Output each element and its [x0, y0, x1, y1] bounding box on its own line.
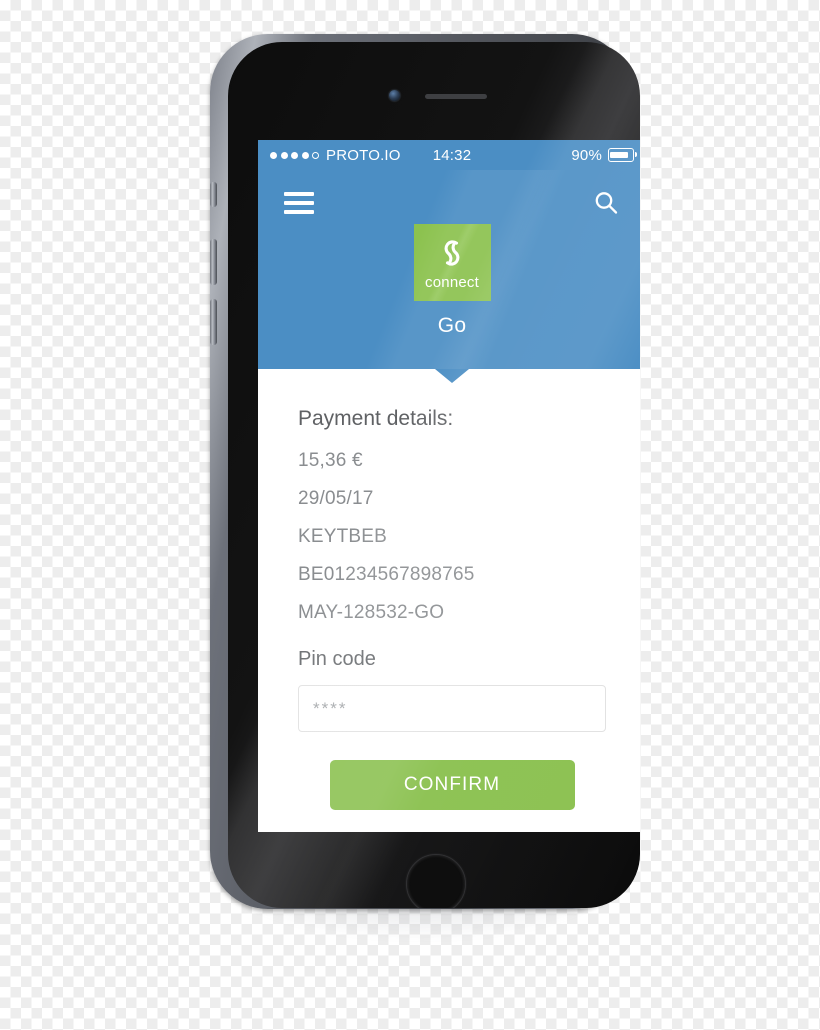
phone-screen: PROTO.IO 14:32 90% connect Go Payment de… — [258, 140, 640, 832]
hamburger-bar-3 — [284, 210, 314, 214]
payment-date: 29/05/17 — [298, 488, 374, 509]
nav-bar — [258, 170, 640, 220]
payment-details-title: Payment details: — [298, 407, 454, 430]
phone-outer-frame: PROTO.IO 14:32 90% connect Go Payment de… — [210, 34, 640, 909]
status-bar: PROTO.IO 14:32 90% — [258, 140, 640, 170]
payment-bic: KEYTBEB — [298, 526, 388, 547]
silent-switch-button[interactable] — [210, 182, 217, 207]
battery-percent-label: 90% — [571, 146, 602, 164]
confirm-button[interactable]: CONFIRM — [329, 760, 575, 810]
front-camera-icon — [389, 90, 400, 101]
header-pointer-arrow — [435, 369, 469, 383]
phone-bezel: PROTO.IO 14:32 90% connect Go Payment de… — [228, 42, 640, 908]
earpiece-speaker-icon — [425, 94, 487, 99]
hamburger-bar-1 — [284, 192, 314, 196]
hamburger-menu-icon[interactable] — [284, 192, 314, 214]
payment-iban: BE01234567898765 — [298, 564, 475, 585]
battery-fill — [610, 151, 629, 159]
payment-details-card: Payment details: 15,36 € 29/05/17 KEYTBE… — [258, 369, 640, 810]
search-icon[interactable] — [592, 189, 620, 217]
payment-reference: MAY-128532-GO — [298, 602, 445, 623]
volume-down-button[interactable] — [210, 299, 217, 345]
payment-amount: 15,36 € — [298, 450, 363, 471]
connect-logo-tile[interactable]: connect — [413, 224, 491, 301]
volume-up-button[interactable] — [210, 239, 217, 285]
connect-link-icon — [435, 236, 469, 270]
connect-logo-label: connect — [425, 274, 479, 291]
pin-code-label: Pin code — [298, 648, 376, 670]
home-button[interactable] — [406, 854, 466, 908]
brand-logo-area: connect Go — [258, 224, 640, 338]
hamburger-bar-2 — [284, 201, 314, 205]
pin-code-input[interactable] — [298, 685, 606, 732]
status-bar-right: 90% — [571, 146, 637, 164]
app-header: connect Go — [258, 170, 640, 383]
page-title: Go — [437, 314, 467, 337]
phone-mockup: PROTO.IO 14:32 90% connect Go Payment de… — [196, 30, 644, 940]
battery-icon — [608, 148, 637, 162]
